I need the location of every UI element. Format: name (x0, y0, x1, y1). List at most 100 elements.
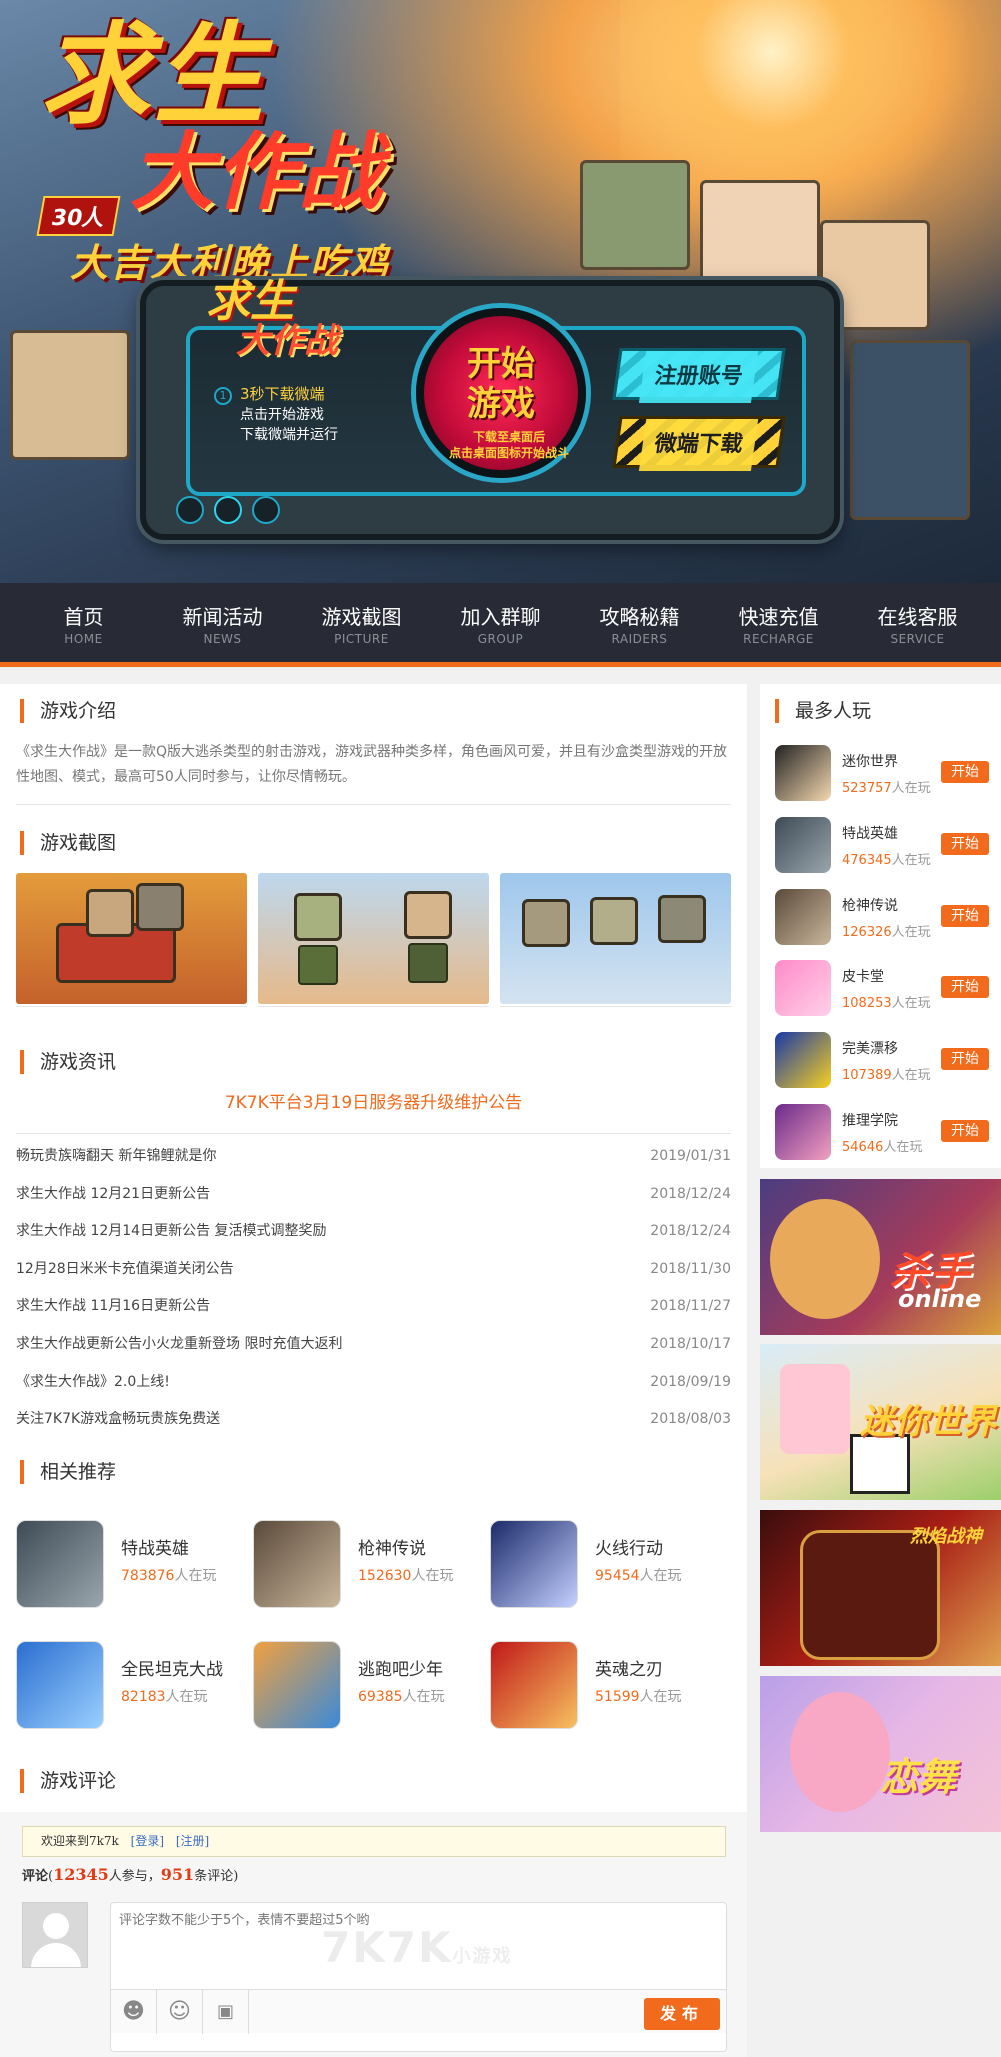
register-account-button[interactable]: 注册账号 (612, 348, 786, 403)
user-avatar (22, 1902, 88, 1968)
comment-label: 评论 (22, 1869, 49, 1884)
section-title-intro: 游戏介绍 (20, 699, 116, 723)
recommend-item[interactable]: 特战英雄 783876人在玩 (16, 1520, 246, 1612)
ad2-panda (850, 1434, 910, 1494)
image-icon[interactable]: ▣ (203, 1990, 249, 2034)
game-icon (253, 1641, 341, 1729)
emoji-icon[interactable]: ☻ (111, 1990, 157, 2034)
game-name[interactable]: 推理学院 (842, 1110, 898, 1130)
news-item[interactable]: 求生大作战更新公告小火龙重新登场 限时充值大返利 2018/10/17 (16, 1329, 731, 1359)
nav-item-service[interactable]: 在线客服 SERVICE (858, 583, 978, 646)
game-name[interactable]: 特战英雄 (842, 823, 898, 843)
ad1-subtitle: online (898, 1285, 982, 1313)
download-steps: 1 3秒下载微端 点击开始游戏 下载微端并运行 (214, 384, 338, 445)
start-button[interactable]: 开始 (941, 1120, 989, 1142)
divider (16, 804, 731, 805)
recommend-item[interactable]: 全民坦克大战 82183人在玩 (16, 1641, 246, 1733)
news-title: 求生大作战 12月14日更新公告 复活模式调整奖励 (16, 1223, 327, 1240)
character-left (10, 330, 130, 460)
game-name[interactable]: 完美漂移 (842, 1038, 898, 1058)
news-date: 2018/12/24 (650, 1185, 731, 1202)
screenshot-3[interactable] (500, 873, 731, 1004)
hot-game-item: 推理学院 54646人在玩 开始 (775, 1104, 989, 1168)
recommend-item[interactable]: 英魂之刃 51599人在玩 (490, 1641, 720, 1733)
news-item[interactable]: 求生大作战 12月14日更新公告 复活模式调整奖励 2018/12/24 (16, 1216, 731, 1246)
recommend-item[interactable]: 火线行动 95454人在玩 (490, 1520, 720, 1612)
login-link[interactable]: [登录] (131, 1834, 164, 1848)
game-name: 特战英雄 (121, 1539, 189, 1559)
game-name[interactable]: 皮卡堂 (842, 966, 884, 986)
ad-banner-1[interactable]: 杀手 online (760, 1179, 1001, 1335)
nav-item-picture[interactable]: 游戏截图 PICTURE (302, 583, 422, 646)
game-icon[interactable] (775, 888, 831, 945)
ad-banner-3[interactable]: 烈焰战神 (760, 1510, 1001, 1666)
step-title: 3秒下载微端 (240, 385, 325, 403)
comment-input[interactable] (111, 1903, 726, 1989)
participants-suffix: 人参与， (108, 1869, 161, 1884)
player-count: 108253人在玩 (842, 992, 931, 1011)
news-headline[interactable]: 7K7K平台3月19日服务器升级维护公告 (16, 1088, 731, 1113)
register-link[interactable]: [注册] (176, 1834, 209, 1848)
start-button[interactable]: 开始 (941, 832, 989, 855)
nav-item-recharge[interactable]: 快速充值 RECHARGE (719, 583, 839, 646)
news-item[interactable]: 求生大作战 11月16日更新公告 2018/11/27 (16, 1291, 731, 1321)
screenshot-1[interactable] (16, 873, 247, 1004)
game-icon[interactable] (775, 745, 831, 801)
start-button[interactable]: 开始 (941, 976, 989, 999)
character-shape-2 (404, 891, 452, 939)
nav-item-group[interactable]: 加入群聊 GROUP (441, 583, 561, 646)
player-number: 51599 (595, 1689, 640, 1705)
player-count-badge: 30人 (36, 196, 121, 236)
news-item[interactable]: 关注7K7K游戏盒畅玩贵族免费送 2018/08/03 (16, 1404, 731, 1434)
game-name: 火线行动 (595, 1539, 663, 1559)
game-icon (16, 1520, 104, 1608)
download-label: 微端下载 (638, 419, 759, 471)
nav-item-home[interactable]: 首页 HOME (24, 583, 144, 646)
nav-label: 新闻活动 (182, 605, 263, 629)
nav-item-news[interactable]: 新闻活动 NEWS (163, 583, 283, 646)
game-icon[interactable] (775, 960, 831, 1017)
news-title: 畅玩贵族嗨翻天 新年锦鲤就是你 (16, 1148, 217, 1164)
player-number: 54646 (842, 1140, 884, 1155)
sticker-icon[interactable]: ☺ (157, 1990, 203, 2034)
nav-items: 首页 HOME 新闻活动 NEWS 游戏截图 PICTURE 加入群聊 GROUP 攻略秘籍 RA… (0, 583, 1001, 646)
news-item[interactable]: 求生大作战 12月21日更新公告 2018/12/24 (16, 1179, 731, 1209)
screenshot-2[interactable] (258, 873, 489, 1004)
character-shape-2 (590, 897, 638, 945)
logo-line1: 求生 (40, 11, 268, 139)
start-button[interactable]: 开始 (941, 761, 989, 783)
game-icon[interactable] (775, 816, 831, 873)
recommend-item[interactable]: 枪神传说 152630人在玩 (253, 1520, 483, 1612)
section-title-hot: 最多人玩 (775, 699, 871, 723)
game-name[interactable]: 迷你世界 (842, 751, 898, 771)
game-icon[interactable] (775, 1032, 831, 1089)
start-game-button[interactable]: 开始 游戏 下载至桌面后 点击桌面图标开始战斗 (416, 308, 586, 478)
publish-button[interactable]: 发布 (644, 1998, 720, 2030)
comment-count-suffix: 条评论) (194, 1869, 239, 1884)
recommend-item[interactable]: 逃跑吧少年 69385人在玩 (253, 1641, 483, 1733)
character-right (850, 340, 970, 520)
game-icon[interactable] (775, 1104, 831, 1160)
ad-banner-4[interactable]: 恋舞 (760, 1676, 1001, 1832)
news-item[interactable]: 《求生大作战》2.0上线! 2018/09/19 (16, 1367, 731, 1397)
news-date: 2018/11/27 (650, 1298, 731, 1315)
console-logo-line2: 大作战 (236, 321, 338, 361)
news-date: 2018/12/24 (650, 1223, 731, 1240)
player-suffix: 人在玩 (891, 924, 931, 940)
news-date: 2018/10/17 (650, 1336, 731, 1352)
news-item[interactable]: 畅玩贵族嗨翻天 新年锦鲤就是你 2019/01/31 (16, 1141, 731, 1171)
news-item[interactable]: 12月28日米米卡充值渠道关闭公告 2018/11/30 (16, 1254, 731, 1284)
hero-banner: 求生 大作战 30人 大吉大利晚上吃鸡 1 3秒下载微端 点击开始游戏 下载微端并… (0, 0, 1001, 583)
game-name[interactable]: 枪神传说 (842, 895, 898, 915)
ad-banner-2[interactable]: 迷你世界 (760, 1344, 1001, 1500)
nav-item-raiders[interactable]: 攻略秘籍 RAIDERS (580, 583, 700, 646)
news-date: 2018/11/30 (650, 1260, 731, 1277)
player-number: 95454 (595, 1568, 640, 1584)
main-nav: 首页 HOME 新闻活动 NEWS 游戏截图 PICTURE 加入群聊 GROUP 攻略秘籍 RA… (0, 583, 1001, 667)
start-button[interactable]: 开始 (941, 1048, 989, 1071)
client-download-button[interactable]: 微端下载 (612, 416, 786, 471)
section-title-screens: 游戏截图 (20, 831, 116, 855)
start-button[interactable]: 开始 (941, 904, 989, 927)
news-date: 2019/01/31 (650, 1148, 731, 1164)
news-title: 12月28日米米卡充值渠道关闭公告 (16, 1260, 234, 1277)
